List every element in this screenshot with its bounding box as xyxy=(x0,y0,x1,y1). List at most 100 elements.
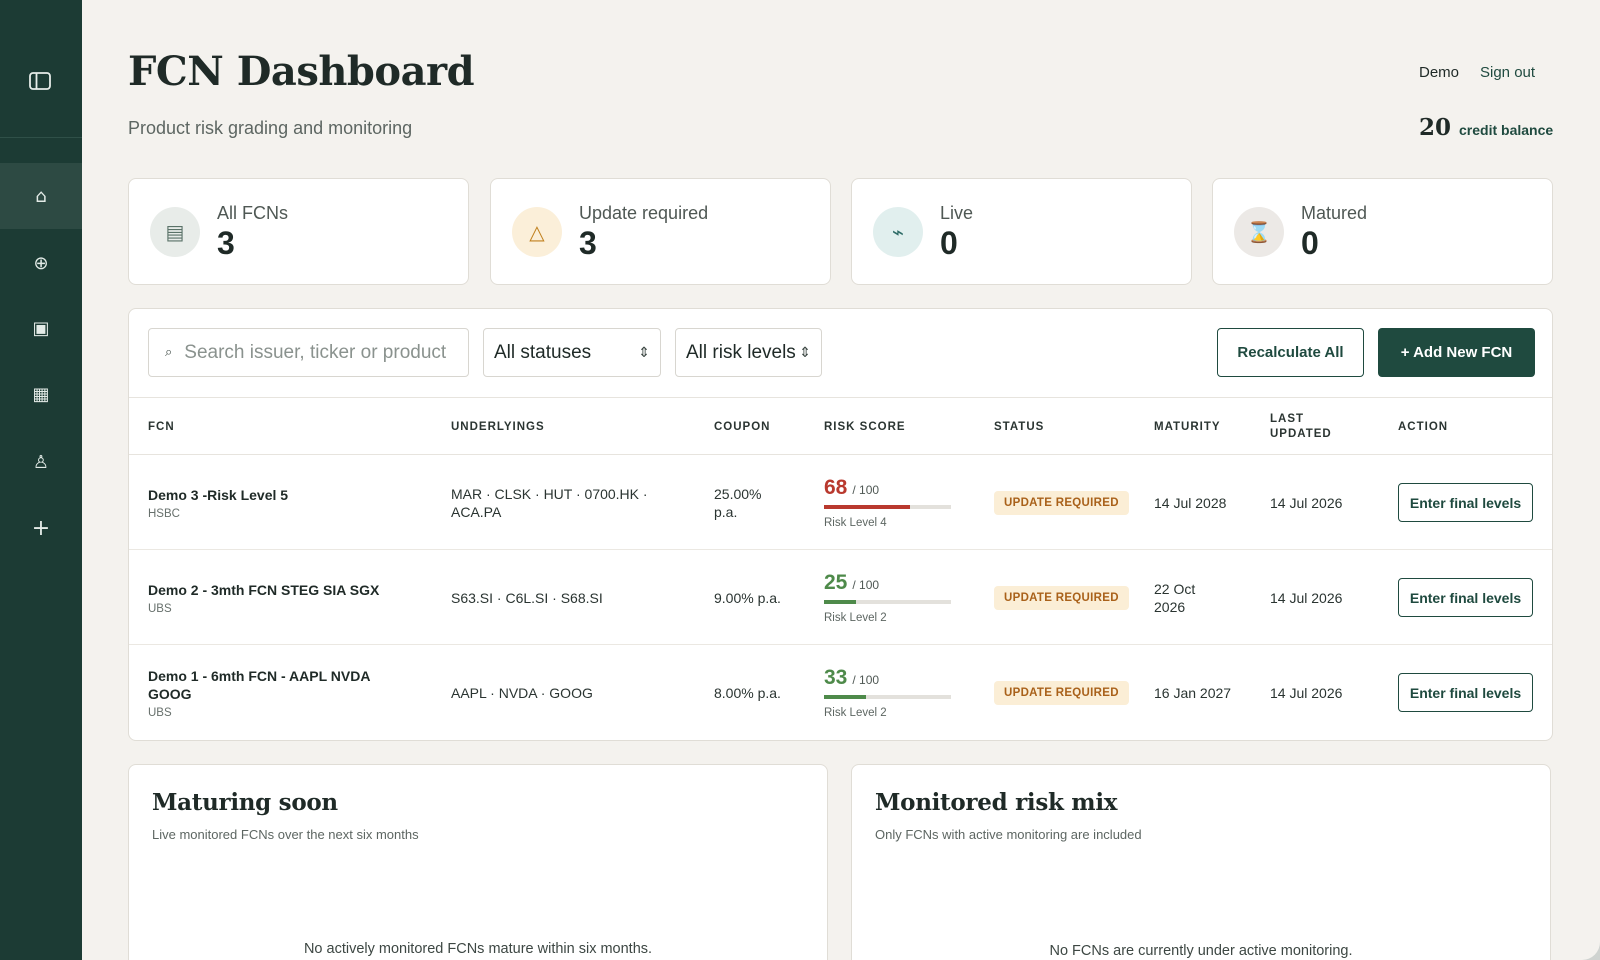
risk-level-label: Risk Level 2 xyxy=(824,707,887,719)
coupon-cell: 9.00% p.a. xyxy=(714,550,794,645)
underlyings-text: S63.SI · C6L.SI · S68.SI xyxy=(451,589,603,606)
maturing-soon-subtitle: Live monitored FCNs over the next six mo… xyxy=(152,827,419,842)
status-badge: UPDATE REQUIRED xyxy=(994,680,1129,705)
last-updated-cell: 14 Jul 2026 xyxy=(1270,550,1380,645)
fcn-issuer: UBS xyxy=(148,706,172,719)
sign-out-link[interactable]: Sign out xyxy=(1480,64,1535,81)
risk-score-cell: 33 / 100 Risk Level 2 xyxy=(824,645,964,740)
risk-score-value: 25 xyxy=(824,571,848,594)
column-header-coupon[interactable]: COUPON xyxy=(714,398,770,456)
fcn-issuer: UBS xyxy=(148,602,172,615)
risk-filter-select[interactable]: All risk levels ⇕ xyxy=(675,328,822,377)
table-row[interactable]: Demo 3 -Risk Level 5 HSBC MAR · CLSK · H… xyxy=(129,455,1552,550)
maturity-text: 22 Oct 2026 xyxy=(1154,580,1196,615)
enter-final-levels-button[interactable]: Enter final levels xyxy=(1398,673,1533,712)
last-updated-text: 14 Jul 2026 xyxy=(1270,684,1343,701)
stat-card-matured[interactable]: ⌛ Matured 0 xyxy=(1212,178,1553,285)
risk-score-cell: 68 / 100 Risk Level 4 xyxy=(824,455,964,550)
globe-plus-icon: ⊕ xyxy=(33,252,49,274)
sidebar-item-home[interactable]: ⌂ xyxy=(0,163,82,229)
flask-icon: ♙ xyxy=(32,451,50,473)
stat-card-live[interactable]: ⌁ Live 0 xyxy=(851,178,1192,285)
risk-mix-card: Monitored risk mix Only FCNs with active… xyxy=(851,764,1551,960)
last-updated-text: 14 Jul 2026 xyxy=(1270,494,1343,511)
column-header-fcn[interactable]: FCN xyxy=(148,398,175,456)
coupon-text: 25.00% p.a. xyxy=(714,485,762,520)
search-input[interactable] xyxy=(184,341,455,364)
main-content: FCN Dashboard Product risk grading and m… xyxy=(82,0,1600,960)
stat-label: Matured xyxy=(1301,203,1368,223)
enter-final-levels-button[interactable]: Enter final levels xyxy=(1398,578,1533,617)
risk-level-label: Risk Level 2 xyxy=(824,612,887,624)
risk-score-bar-fill xyxy=(824,695,866,699)
coupon-cell: 25.00% p.a. xyxy=(714,455,778,550)
document-icon: ▤ xyxy=(150,207,200,257)
sidebar-item-add[interactable]: + xyxy=(0,495,82,561)
fcn-cell: Demo 1 - 6mth FCN - AAPL NVDA GOOG UBS xyxy=(148,645,388,740)
last-updated-cell: 14 Jul 2026 xyxy=(1270,455,1380,550)
underlyings-cell: MAR · CLSK · HUT · 0700.HK · ACA.PA xyxy=(451,455,651,550)
pulse-icon: ⌁ xyxy=(873,207,923,257)
fcn-name: Demo 3 -Risk Level 5 xyxy=(148,486,289,503)
risk-mix-title: Monitored risk mix xyxy=(875,789,1118,816)
warning-icon: △ xyxy=(512,207,562,257)
sidebar-item-lab[interactable]: ♙ xyxy=(0,429,82,495)
column-header-action[interactable]: ACTION xyxy=(1398,398,1448,456)
maturing-soon-card: Maturing soon Live monitored FCNs over t… xyxy=(128,764,828,960)
risk-mix-subtitle: Only FCNs with active monitoring are inc… xyxy=(875,827,1142,842)
stat-value: 3 xyxy=(217,225,235,261)
credit-balance: 20 credit balance xyxy=(1419,114,1553,141)
last-updated-cell: 14 Jul 2026 xyxy=(1270,645,1380,740)
stat-value: 3 xyxy=(579,225,597,261)
sidebar-item-products[interactable]: ▣ xyxy=(0,295,82,361)
maturity-text: 14 Jul 2028 xyxy=(1154,494,1227,511)
stat-label: All FCNs xyxy=(217,203,288,223)
table-row[interactable]: Demo 2 - 3mth FCN STEG SIA SGX UBS S63.S… xyxy=(129,550,1552,645)
coupon-text: 9.00% p.a. xyxy=(714,589,781,606)
column-header-risk-score[interactable]: RISK SCORE xyxy=(824,398,906,456)
status-filter-value: All statuses xyxy=(494,341,592,363)
status-cell: UPDATE REQUIRED xyxy=(994,550,1134,645)
user-name[interactable]: Demo xyxy=(1419,64,1459,81)
sidebar-item-explore[interactable]: ⊕ xyxy=(0,230,82,296)
status-badge: UPDATE REQUIRED xyxy=(994,585,1129,610)
risk-score-cell: 25 / 100 Risk Level 2 xyxy=(824,550,964,645)
hourglass-icon: ⌛ xyxy=(1234,207,1284,257)
enter-final-levels-button[interactable]: Enter final levels xyxy=(1398,483,1533,522)
stat-card-update-required[interactable]: △ Update required 3 xyxy=(490,178,831,285)
search-icon: ⌕ xyxy=(165,345,173,360)
maturing-soon-title: Maturing soon xyxy=(152,789,338,816)
sidebar-item-calendar[interactable]: ▦ xyxy=(0,361,82,427)
risk-score-max: / 100 xyxy=(852,673,880,687)
underlyings-text: AAPL · NVDA · GOOG xyxy=(451,684,593,701)
risk-score-bar xyxy=(824,600,951,604)
stat-value: 0 xyxy=(940,225,958,261)
column-header-last-updated[interactable]: LAST UPDATED xyxy=(1270,398,1350,456)
coupon-cell: 8.00% p.a. xyxy=(714,645,794,740)
column-header-underlyings[interactable]: UNDERLYINGS xyxy=(451,398,545,456)
search-box[interactable]: ⌕ xyxy=(148,328,469,377)
status-filter-select[interactable]: All statuses ⇕ xyxy=(483,328,661,377)
table-row[interactable]: Demo 1 - 6mth FCN - AAPL NVDA GOOG UBS A… xyxy=(129,645,1552,740)
fcn-cell: Demo 3 -Risk Level 5 HSBC xyxy=(148,455,408,550)
sidebar-toggle-icon[interactable] xyxy=(27,68,53,94)
fcn-name: Demo 2 - 3mth FCN STEG SIA SGX xyxy=(148,581,380,598)
maturity-cell: 16 Jan 2027 xyxy=(1154,645,1254,740)
stat-card-all[interactable]: ▤ All FCNs 3 xyxy=(128,178,469,285)
app-window: ⌂ ⊕ ▣ ▦ ♙ + FCN Dashboard Product risk g… xyxy=(0,0,1600,960)
add-new-fcn-button[interactable]: + Add New FCN xyxy=(1378,328,1535,377)
recalculate-all-button[interactable]: Recalculate All xyxy=(1217,328,1364,377)
risk-filter-value: All risk levels xyxy=(686,341,796,363)
column-header-status[interactable]: STATUS xyxy=(994,398,1044,456)
risk-level-label: Risk Level 4 xyxy=(824,517,887,529)
risk-score-value: 33 xyxy=(824,666,848,689)
square-icon: ▣ xyxy=(32,317,50,339)
risk-score-bar xyxy=(824,505,951,509)
chevron-updown-icon: ⇕ xyxy=(799,344,811,361)
underlyings-cell: AAPL · NVDA · GOOG xyxy=(451,645,651,740)
column-header-maturity[interactable]: MATURITY xyxy=(1154,398,1221,456)
risk-score-max: / 100 xyxy=(852,578,880,592)
risk-score-max: / 100 xyxy=(852,483,880,497)
sidebar-divider xyxy=(0,137,82,138)
maturity-text: 16 Jan 2027 xyxy=(1154,684,1232,701)
